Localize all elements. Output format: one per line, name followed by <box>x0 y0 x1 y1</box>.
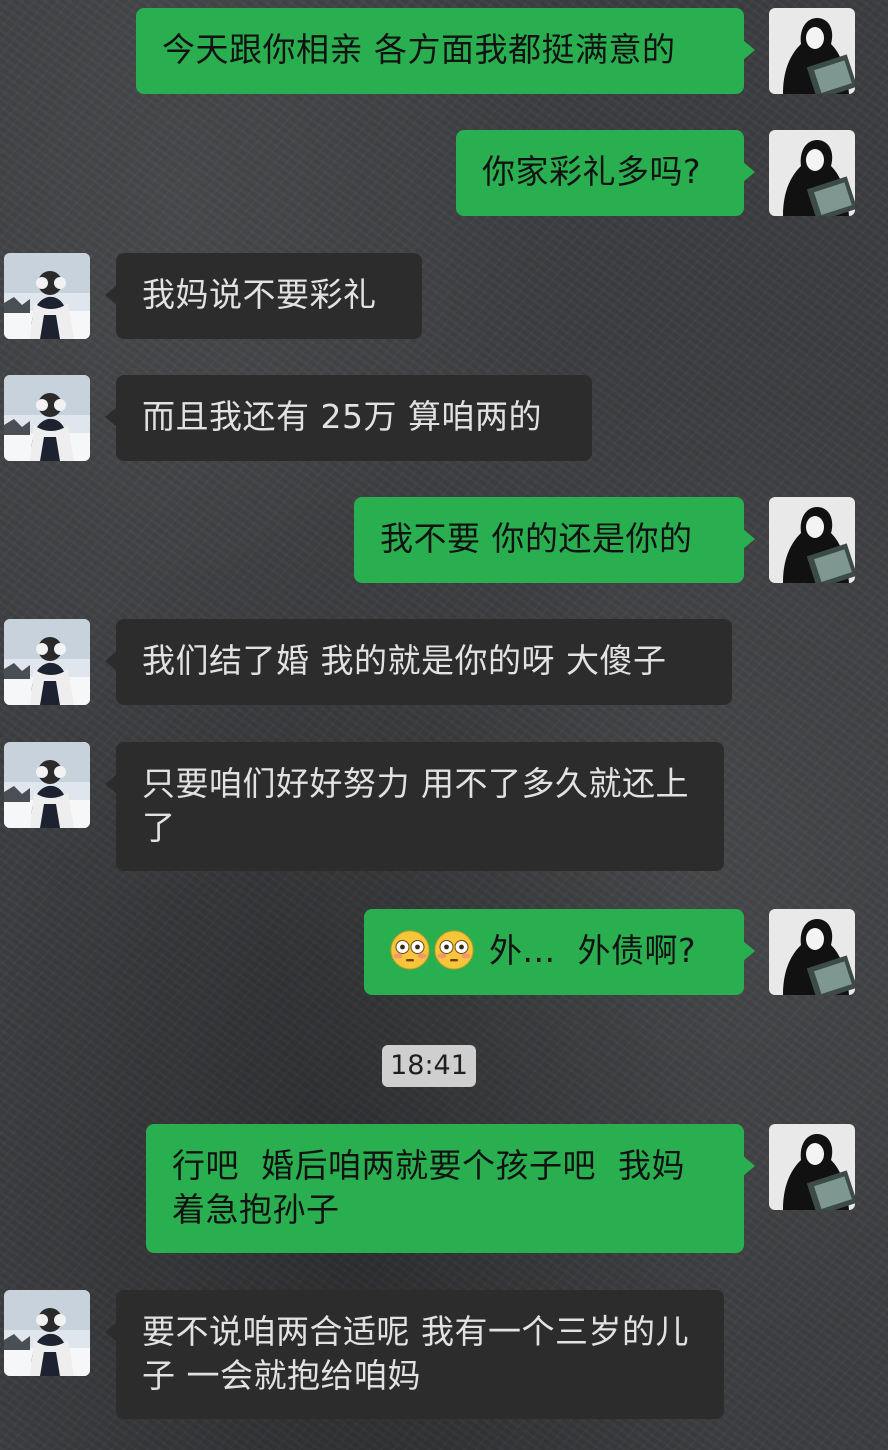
flushed-face-icon <box>390 930 430 970</box>
message-bubble[interactable]: 外... 外债啊? <box>364 909 755 995</box>
contact-avatar[interactable] <box>4 1290 90 1376</box>
message-text: 而且我还有 25万 算咱两的 <box>142 397 542 436</box>
hooded-figure-icon <box>769 8 855 94</box>
message-timestamp: 18:41 <box>382 1045 476 1087</box>
message-text: 我妈说不要彩礼 <box>142 275 377 314</box>
message-text: 只要咱们好好努力 用不了多久就还上了 <box>142 764 689 847</box>
girl-with-headphones-icon <box>4 742 90 828</box>
hooded-figure-icon <box>769 130 855 216</box>
message-bubble[interactable]: 要不说咱两合适呢 我有一个三岁的儿子 一会就抱给咱妈 <box>105 1290 724 1419</box>
message-bubble[interactable]: 我妈说不要彩礼 <box>105 253 422 339</box>
flushed-face-icon <box>434 930 474 970</box>
message-bubble[interactable]: 而且我还有 25万 算咱两的 <box>105 375 592 461</box>
message-bubble[interactable]: 我不要 你的还是你的 <box>354 497 755 583</box>
self-avatar[interactable] <box>769 8 855 94</box>
message-bubble[interactable]: 我们结了婚 我的就是你的呀 大傻子 <box>105 619 732 705</box>
self-avatar[interactable] <box>769 909 855 995</box>
contact-avatar[interactable] <box>4 619 90 705</box>
message-text: 今天跟你相亲 各方面我都挺满意的 <box>162 30 676 69</box>
girl-with-headphones-icon <box>4 1290 90 1376</box>
self-avatar[interactable] <box>769 497 855 583</box>
girl-with-headphones-icon <box>4 375 90 461</box>
girl-with-headphones-icon <box>4 253 90 339</box>
hooded-figure-icon <box>769 909 855 995</box>
message-text: 我不要 你的还是你的 <box>380 519 693 558</box>
contact-avatar[interactable] <box>4 253 90 339</box>
message-bubble[interactable]: 今天跟你相亲 各方面我都挺满意的 <box>136 8 755 94</box>
girl-with-headphones-icon <box>4 619 90 705</box>
contact-avatar[interactable] <box>4 742 90 828</box>
message-bubble[interactable]: 行吧 婚后咱两就要个孩子吧 我妈着急抱孙子 <box>146 1124 755 1253</box>
message-text: 行吧 婚后咱两就要个孩子吧 我妈着急抱孙子 <box>172 1146 685 1229</box>
message-text: 要不说咱两合适呢 我有一个三岁的儿子 一会就抱给咱妈 <box>142 1312 689 1395</box>
message-text: 我们结了婚 我的就是你的呀 大傻子 <box>142 641 667 680</box>
self-avatar[interactable] <box>769 1124 855 1210</box>
chat-history[interactable]: 今天跟你相亲 各方面我都挺满意的 你家彩礼多吗? 我妈说不要彩礼 而且我还有 2… <box>0 0 888 1450</box>
message-bubble[interactable]: 你家彩礼多吗? <box>456 130 755 216</box>
message-text: 外... 外债啊? <box>489 931 696 970</box>
message-text: 你家彩礼多吗? <box>482 152 702 191</box>
contact-avatar[interactable] <box>4 375 90 461</box>
message-bubble[interactable]: 只要咱们好好努力 用不了多久就还上了 <box>105 742 724 871</box>
hooded-figure-icon <box>769 1124 855 1210</box>
hooded-figure-icon <box>769 497 855 583</box>
self-avatar[interactable] <box>769 130 855 216</box>
